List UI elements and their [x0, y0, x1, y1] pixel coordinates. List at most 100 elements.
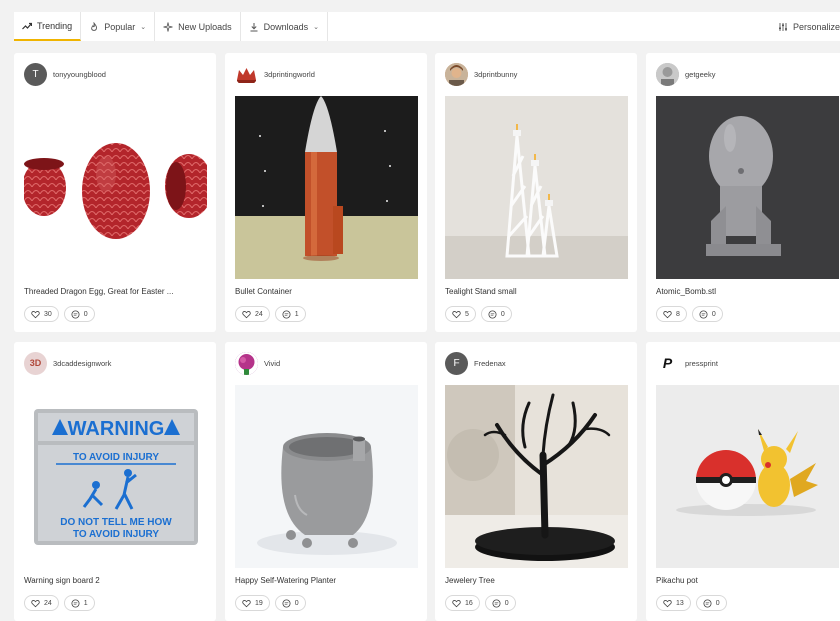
comment-button[interactable]: 1 [63, 595, 95, 611]
model-card[interactable]: F Fredenax Jewelery Tree 16 0 [435, 342, 637, 621]
heart-icon [31, 599, 40, 607]
author-name[interactable]: 3dprintingworld [264, 70, 315, 79]
model-title[interactable]: Threaded Dragon Egg, Great for Easter ..… [24, 287, 207, 296]
sign-line-1: TO AVOID INJURY [73, 452, 159, 463]
tab-downloads[interactable]: Downloads ⌄ [241, 12, 329, 41]
like-button[interactable]: 16 [445, 595, 480, 611]
tab-downloads-label: Downloads [263, 21, 309, 32]
model-card[interactable]: T tonyyoungblood Threaded Dragon Egg, Gr… [14, 53, 216, 332]
tab-trending-label: Trending [37, 20, 73, 31]
comment-count: 1 [294, 310, 299, 318]
like-button[interactable]: 30 [24, 306, 59, 322]
model-card[interactable]: P pressprint Pikachu pot 13 0 [646, 342, 840, 621]
card-author[interactable]: F Fredenax [445, 351, 506, 375]
tab-trending[interactable]: Trending [14, 12, 82, 41]
card-author[interactable]: 3dprintbunny [445, 62, 517, 86]
comment-count: 0 [500, 310, 505, 318]
avatar[interactable]: 3D [24, 351, 47, 375]
model-thumbnail-jewelry-tree[interactable] [445, 385, 628, 568]
personalize-button[interactable]: Personalize [770, 12, 840, 41]
like-count: 13 [676, 599, 684, 607]
model-thumbnail-bullet[interactable] [235, 96, 418, 279]
like-button[interactable]: 8 [656, 306, 687, 322]
avatar[interactable] [656, 62, 679, 86]
avatar[interactable]: P [656, 351, 679, 375]
model-title[interactable]: Pikachu pot [656, 576, 839, 585]
model-title[interactable]: Atomic_Bomb.stl [656, 287, 839, 296]
avatar[interactable]: T [24, 62, 47, 86]
comment-icon [699, 309, 708, 319]
model-card[interactable]: 3dprintingworld Bullet Container 24 1 [225, 53, 427, 332]
comment-button[interactable]: 0 [480, 306, 512, 322]
author-name[interactable]: 3dcaddesignwork [53, 359, 111, 368]
card-stats: 13 0 [656, 595, 727, 611]
avatar[interactable] [445, 62, 468, 86]
sparkle-icon [163, 21, 173, 32]
heart-icon [452, 310, 461, 318]
like-button[interactable]: 19 [235, 595, 270, 611]
comment-button[interactable]: 0 [274, 595, 306, 611]
card-author[interactable]: P pressprint [656, 351, 718, 375]
card-author[interactable]: getgeeky [656, 62, 715, 86]
like-button[interactable]: 24 [235, 306, 270, 322]
like-button[interactable]: 13 [656, 595, 691, 611]
comment-button[interactable]: 0 [484, 595, 516, 611]
author-name[interactable]: tonyyoungblood [53, 70, 106, 79]
card-stats: 8 0 [656, 306, 723, 322]
model-title[interactable]: Tealight Stand small [445, 287, 628, 296]
card-stats: 5 0 [445, 306, 512, 322]
avatar[interactable] [235, 351, 258, 375]
tab-new-uploads[interactable]: New Uploads [155, 12, 241, 41]
heart-icon [242, 310, 251, 318]
sign-line-3: TO AVOID INJURY [73, 529, 159, 540]
like-button[interactable]: 24 [24, 595, 59, 611]
card-stats: 16 0 [445, 595, 516, 611]
card-author[interactable]: 3D 3dcaddesignwork [24, 351, 111, 375]
author-name[interactable]: pressprint [685, 359, 718, 368]
model-card[interactable]: getgeeky Atomic_Bomb.stl 8 0 [646, 53, 840, 332]
tab-popular[interactable]: Popular ⌄ [81, 12, 156, 41]
comment-button[interactable]: 1 [274, 306, 306, 322]
comment-button[interactable]: 0 [63, 306, 95, 322]
comment-button[interactable]: 0 [695, 595, 727, 611]
model-card[interactable]: 3dprintbunny Tealight Stand small 5 0 [435, 53, 637, 332]
model-thumbnail-warning-sign[interactable]: WARNING TO AVOID INJURY DO NOT TELL ME H… [24, 385, 207, 568]
card-author[interactable]: Vivid [235, 351, 280, 375]
filter-tab-bar: Trending Popular ⌄ New Uploads Downloads… [14, 12, 840, 41]
author-name[interactable]: Vivid [264, 359, 280, 368]
model-thumbnail-pikachu-pot[interactable] [656, 385, 839, 568]
card-author[interactable]: 3dprintingworld [235, 62, 315, 86]
comment-count: 0 [715, 599, 720, 607]
author-name[interactable]: 3dprintbunny [474, 70, 517, 79]
model-card[interactable]: Vivid Happy Self-Watering Planter 19 0 [225, 342, 427, 621]
heart-icon [452, 599, 461, 607]
model-thumbnail-planter[interactable] [235, 385, 418, 568]
heart-icon [31, 310, 40, 318]
comment-icon [71, 598, 80, 608]
tab-new-uploads-label: New Uploads [178, 21, 232, 32]
card-author[interactable]: T tonyyoungblood [24, 62, 106, 86]
model-title[interactable]: Jewelery Tree [445, 576, 628, 585]
card-stats: 24 1 [235, 306, 306, 322]
flame-icon [89, 21, 99, 32]
model-card[interactable]: 3D 3dcaddesignwork WARNING TO AVOID INJU… [14, 342, 216, 621]
avatar[interactable]: F [445, 351, 468, 375]
comment-icon [282, 598, 291, 608]
model-thumbnail-dragon-egg[interactable] [24, 96, 207, 279]
heart-icon [242, 599, 251, 607]
model-title[interactable]: Warning sign board 2 [24, 576, 207, 585]
comment-count: 0 [294, 599, 299, 607]
model-title[interactable]: Bullet Container [235, 287, 418, 296]
model-thumbnail-tealight-stand[interactable] [445, 96, 628, 279]
avatar[interactable] [235, 62, 258, 86]
like-button[interactable]: 5 [445, 306, 476, 322]
like-count: 5 [465, 310, 469, 318]
model-thumbnail-atomic-bomb[interactable] [656, 96, 839, 279]
model-title[interactable]: Happy Self-Watering Planter [235, 576, 418, 585]
comment-icon [282, 309, 291, 319]
author-name[interactable]: getgeeky [685, 70, 715, 79]
comment-count: 0 [711, 310, 716, 318]
author-name[interactable]: Fredenax [474, 359, 506, 368]
comment-button[interactable]: 0 [691, 306, 723, 322]
card-stats: 24 1 [24, 595, 95, 611]
